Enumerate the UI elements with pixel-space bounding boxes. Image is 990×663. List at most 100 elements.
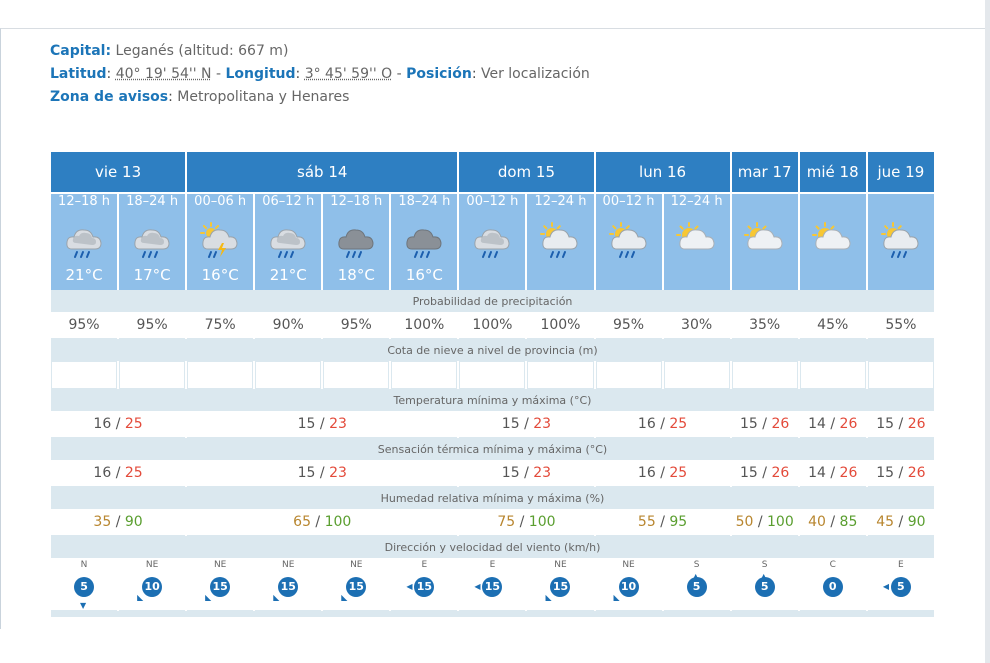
wind-speed-badge: 15 ◣ <box>273 577 299 602</box>
weather-icon-cell <box>799 216 866 266</box>
wind-arrow-icon: ◣ <box>613 593 620 602</box>
temperature-section-title: Temperatura mínima y máxima (°C) <box>51 389 934 411</box>
snow-level-row <box>51 361 934 389</box>
wind-speed-badge: 5 ▲ <box>754 572 775 597</box>
wind-arrow-icon: ◣ <box>137 593 144 602</box>
feels-like-range-max: 25 <box>124 465 143 481</box>
temperature-range-min: 15 <box>740 416 758 432</box>
period-temperature: 18°C <box>323 266 390 290</box>
precipitation-value: 95% <box>51 312 118 339</box>
feels-like-range-max: 26 <box>839 465 858 481</box>
range-separator: / <box>310 514 325 530</box>
wind-direction: E <box>421 560 428 570</box>
wind-direction: E <box>898 560 904 570</box>
temperature-range: 15 / 23 <box>187 411 458 438</box>
snow-level-value <box>867 361 934 389</box>
wind-speed-badge: 10 ◣ <box>614 577 639 602</box>
wind-speed-badge: 15 ◣ <box>545 577 571 602</box>
feels-like-range-min: 15 <box>501 465 520 481</box>
weather-icon-cell <box>459 216 526 266</box>
period-label: 12–24 h <box>663 194 730 216</box>
period-temperature-blank <box>595 266 662 290</box>
precipitation-value: 35% <box>731 312 798 339</box>
day-header: sáb 14 <box>187 152 458 194</box>
period-temperature: 17°C <box>119 266 186 290</box>
capital-value: Leganés (altitud: 667 m) <box>115 43 289 59</box>
feels-like-range-min: 15 <box>297 465 316 481</box>
day-header: mar 17 <box>731 152 798 194</box>
wind-arrow-icon: ◀ <box>406 582 413 591</box>
range-separator: / <box>111 465 125 481</box>
temperature-range-max: 25 <box>124 416 143 432</box>
humidity-range-min: 50 <box>735 514 754 530</box>
wind-arrow-icon: ▲ <box>692 572 699 581</box>
period-temperature-blank <box>663 266 730 290</box>
feels-like-range: 15 / 23 <box>459 460 594 487</box>
precipitation-value: 75% <box>187 312 254 339</box>
temperature-range-max: 25 <box>669 416 688 432</box>
range-separator: / <box>519 416 534 432</box>
period-row: 12–18 h 18–24 h 00–06 h 06–12 h 12–18 h … <box>51 194 934 216</box>
snow-level-value <box>391 361 458 389</box>
sun-cloud-rain-icon <box>868 221 934 261</box>
period-label: 12–24 h <box>527 194 594 216</box>
precipitation-value: 90% <box>255 312 322 339</box>
storm-rain-icon <box>187 221 253 261</box>
temperature-range-max: 26 <box>839 416 858 432</box>
snow-level-value <box>51 361 118 389</box>
coordinates-line: Latitud: 40° 19' 54'' N - Longitud: 3° 4… <box>50 66 590 82</box>
precipitation-value: 55% <box>867 312 934 339</box>
wind-direction: N <box>80 560 88 570</box>
feels-like-range-max: 23 <box>533 465 552 481</box>
wind-cell: NE 15 ◣ <box>255 558 322 611</box>
view-location-link[interactable]: Ver localización <box>481 66 590 82</box>
feels-like-range-min: 15 <box>740 465 758 481</box>
snow-level-value <box>595 361 662 389</box>
scrollbar[interactable] <box>985 0 990 663</box>
cloud-rain-icon <box>255 221 321 261</box>
humidity-row: 35 / 90 65 / 100 75 / 100 55 / 95 50 / 100 40… <box>51 509 934 536</box>
warning-zone-line: Zona de avisos: Metropolitana y Henares <box>50 89 350 105</box>
humidity-range: 40 / 85 <box>799 509 866 536</box>
feels-like-range: 15 / 26 <box>731 460 798 487</box>
feels-like-range-max: 23 <box>329 465 347 481</box>
temperature-range-row: 16 / 25 15 / 23 15 / 23 16 / 25 15 / 26 14 / … <box>51 411 934 438</box>
weather-icon-row <box>51 216 934 266</box>
range-separator: / <box>655 514 670 530</box>
temperature-row: 21°C 17°C 16°C 21°C 18°C 16°C <box>51 266 934 290</box>
feels-like-range-min: 16 <box>637 465 656 481</box>
humidity-range: 35 / 90 <box>51 509 186 536</box>
wind-speed-badge: 15 ◀ <box>474 577 503 597</box>
latitude-value: 40° 19' 54'' N <box>115 66 212 82</box>
temperature-range-max: 23 <box>329 416 347 432</box>
temperature-range-min: 15 <box>501 416 520 432</box>
precipitation-value: 100% <box>391 312 458 339</box>
precipitation-value: 100% <box>459 312 526 339</box>
wind-speed-badge: 0 <box>822 577 843 597</box>
weather-icon-cell <box>51 216 118 266</box>
wind-arrow-icon: ◀ <box>882 582 890 591</box>
period-label: 18–24 h <box>119 194 186 216</box>
wind-cell: E 15 ◀ <box>459 558 526 611</box>
humidity-range-max: 90 <box>124 514 143 530</box>
range-separator: / <box>111 514 125 530</box>
period-temperature-blank <box>731 266 798 290</box>
temperature-range: 16 / 25 <box>51 411 186 438</box>
wind-speed-badge: 10 ◣ <box>137 577 163 602</box>
range-separator: / <box>894 416 908 432</box>
humidity-range-min: 65 <box>293 514 311 530</box>
day-header: lun 16 <box>595 152 730 194</box>
humidity-range-max: 100 <box>767 514 794 530</box>
humidity-range-min: 35 <box>93 514 112 530</box>
day-header: dom 15 <box>459 152 594 194</box>
weather-icon-cell <box>595 216 662 266</box>
weather-icon-cell <box>187 216 254 266</box>
humidity-range-min: 55 <box>637 514 656 530</box>
sun-cloud-rain-icon <box>527 221 593 261</box>
forecast-table: vie 13 sáb 14 dom 15 lun 16 mar 17 mié 1… <box>49 152 936 617</box>
weather-icon-cell <box>119 216 186 266</box>
range-separator: / <box>757 465 772 481</box>
snow-level-value <box>799 361 866 389</box>
wind-cell: N 5 ▼ <box>51 558 118 611</box>
feels-like-range: 14 / 26 <box>799 460 866 487</box>
